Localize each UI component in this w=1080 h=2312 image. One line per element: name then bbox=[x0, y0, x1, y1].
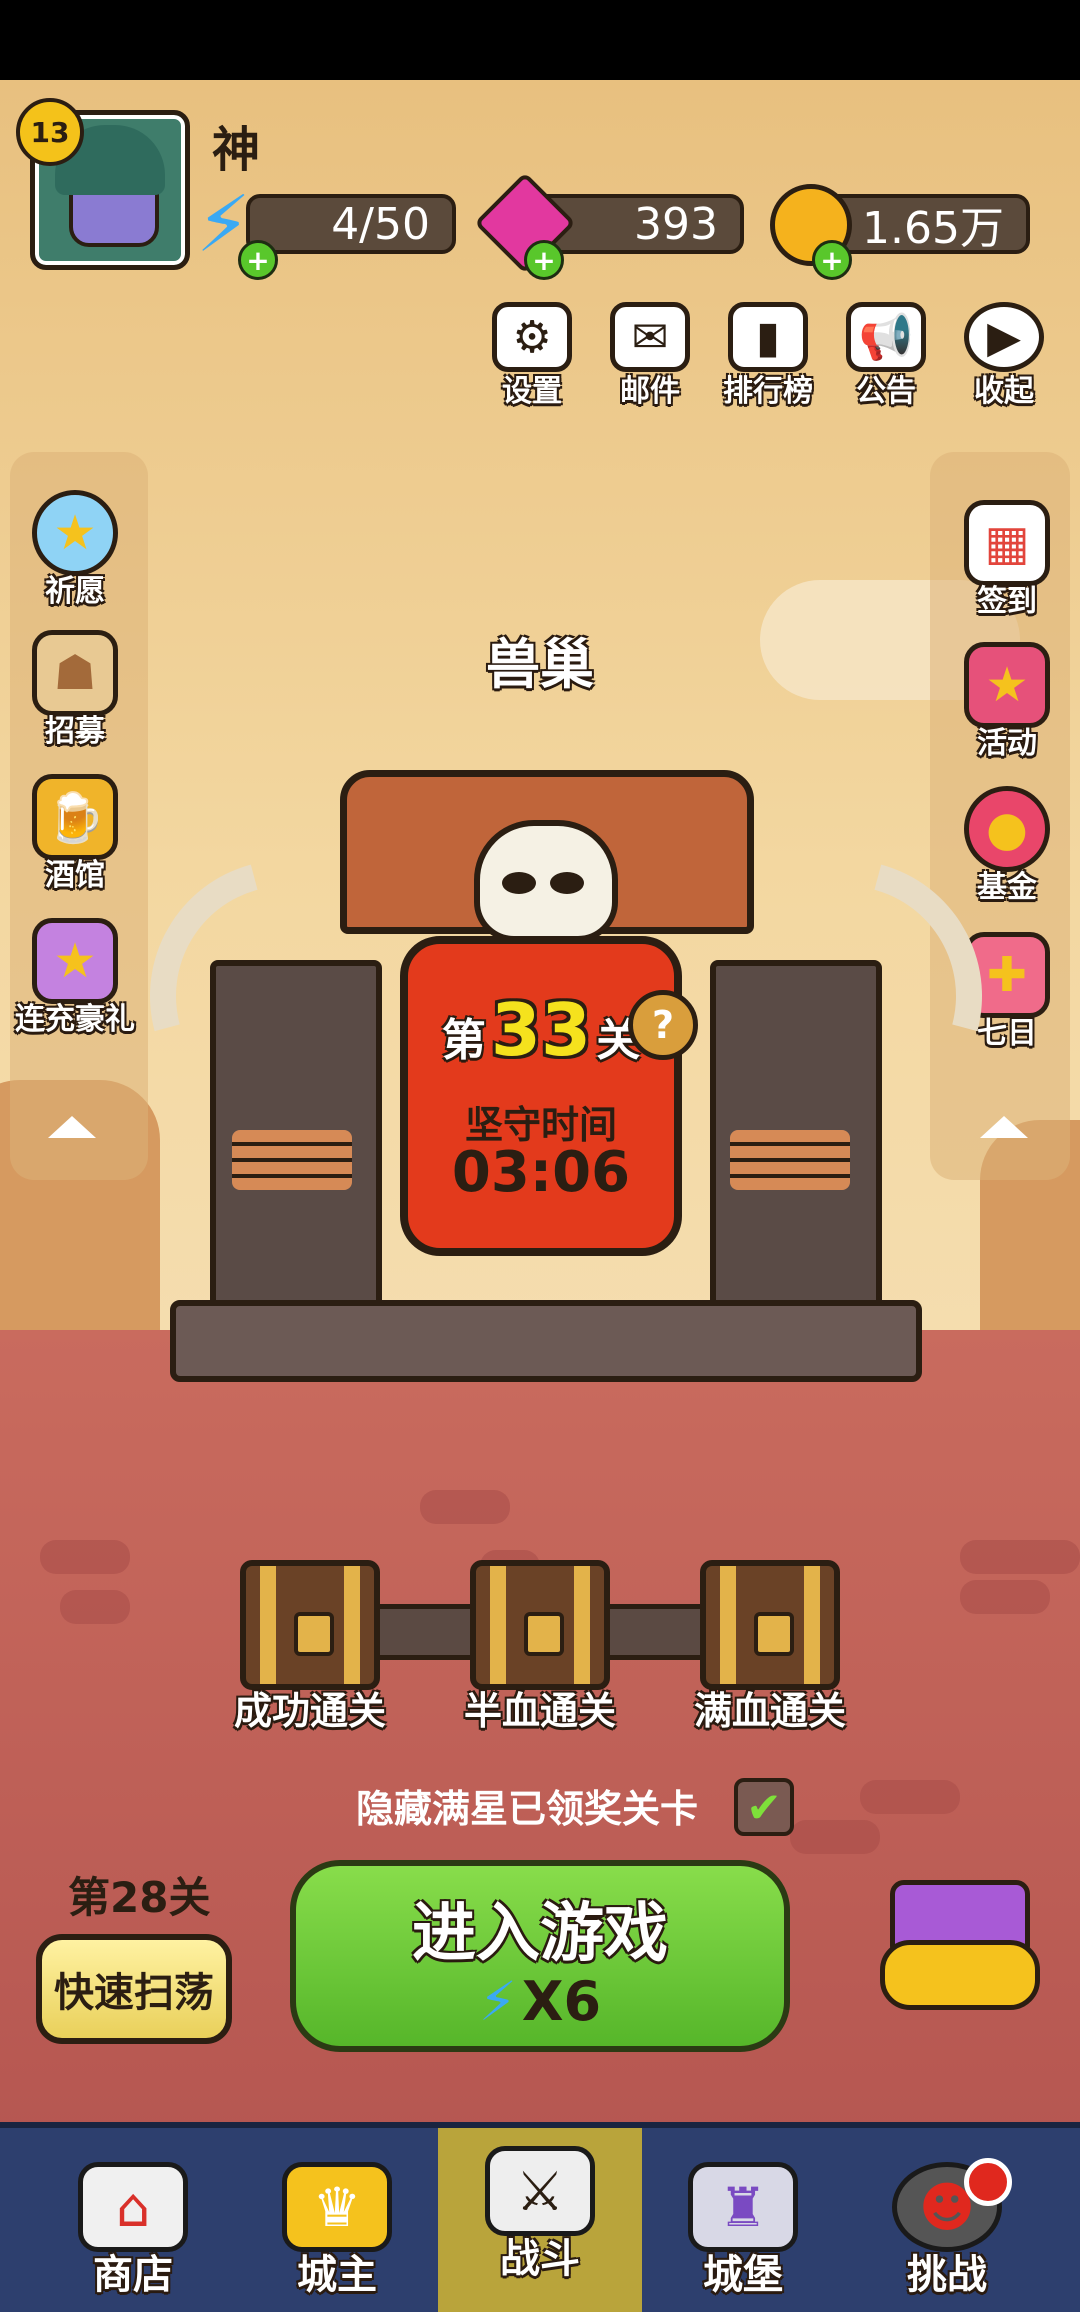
hide-cleared-label: 隐藏满星已领奖关卡 bbox=[356, 1787, 699, 1831]
wish-button[interactable]: ★ 祈愿 bbox=[10, 490, 140, 610]
check-icon: ✔ bbox=[746, 1782, 782, 1832]
collapse-button[interactable]: ▶ 收起 bbox=[956, 302, 1052, 410]
bottom-navigation: ⌂ 商店 ♛ 城主 ⚔ 战斗 ♜ 城堡 ☻ 挑战 bbox=[0, 2122, 1080, 2312]
tavern-button[interactable]: 🍺 酒馆 bbox=[10, 774, 140, 894]
gift-box-icon: ★ bbox=[964, 642, 1050, 728]
player-level-badge: 13 bbox=[16, 98, 84, 166]
gift-star-icon: ★ bbox=[32, 918, 118, 1004]
star-orb-icon: ★ bbox=[32, 490, 118, 576]
announcement-button[interactable]: 📢 公告 bbox=[838, 302, 934, 410]
event-button[interactable]: ★ 活动 bbox=[942, 642, 1072, 762]
rope-left bbox=[232, 1130, 352, 1190]
right-panel-expand-icon[interactable] bbox=[980, 1116, 1028, 1138]
enter-game-label: 进入游戏 bbox=[412, 1897, 668, 1971]
chest-full-hp-label: 满血通关 bbox=[693, 1689, 846, 1733]
money-bag-icon: ● bbox=[964, 786, 1050, 872]
quick-sweep-button[interactable]: 快速扫荡 bbox=[36, 1934, 232, 2044]
mail-icon: ✉ bbox=[610, 302, 690, 372]
crown-icon: ♛ bbox=[282, 2162, 392, 2252]
energy-counter: 4/50 bbox=[246, 194, 456, 254]
recharge-gift-button[interactable]: ★ 连充豪礼 bbox=[10, 918, 140, 1038]
nav-castle[interactable]: ♜ 城堡 bbox=[678, 2128, 808, 2312]
nav-shop[interactable]: ⌂ 商店 bbox=[68, 2128, 198, 2312]
stage-title: 兽巢 bbox=[486, 633, 594, 696]
enter-game-button[interactable]: 进入游戏 ⚡ X6 bbox=[290, 1860, 790, 2052]
recruit-button[interactable]: ☗ 招募 bbox=[10, 630, 140, 750]
add-gem-button[interactable]: + bbox=[524, 240, 564, 280]
calendar-icon: ▦ bbox=[964, 500, 1050, 586]
chest-clear-label: 成功通关 bbox=[233, 1689, 386, 1733]
energy-cost-icon: ⚡ bbox=[478, 1970, 517, 2033]
beer-mug-icon: 🍺 bbox=[32, 774, 118, 860]
nav-challenge[interactable]: ☻ 挑战 bbox=[882, 2128, 1012, 2312]
gear-icon: ⚙ bbox=[492, 302, 572, 372]
megaphone-icon: 📢 bbox=[846, 302, 926, 372]
ground bbox=[0, 1330, 1080, 2210]
sweep-level-label: 第28关 bbox=[68, 1873, 211, 1922]
chest-full-hp[interactable] bbox=[700, 1560, 840, 1690]
skull-icon bbox=[474, 820, 618, 942]
scroll-icon: ☗ bbox=[32, 630, 118, 716]
challenge-notification-badge bbox=[964, 2158, 1012, 2206]
leaderboard-icon: ▮ bbox=[728, 302, 808, 372]
energy-cost: X6 bbox=[521, 1970, 602, 2033]
level-prefix: 第 bbox=[441, 1015, 486, 1066]
rope-right bbox=[730, 1130, 850, 1190]
play-icon: ▶ bbox=[964, 302, 1044, 372]
castle-icon: ♜ bbox=[688, 2162, 798, 2252]
crossed-swords-icon: ⚔ bbox=[485, 2146, 595, 2236]
settings-button[interactable]: ⚙ 设置 bbox=[484, 302, 580, 410]
mail-button[interactable]: ✉ 邮件 bbox=[602, 302, 698, 410]
fund-button[interactable]: ● 基金 bbox=[942, 786, 1072, 906]
leaderboard-button[interactable]: ▮ 排行榜 bbox=[720, 302, 816, 410]
shop-icon: ⌂ bbox=[78, 2162, 188, 2252]
hide-cleared-checkbox[interactable]: ✔ bbox=[734, 1778, 794, 1836]
left-panel-expand-icon[interactable] bbox=[48, 1116, 96, 1138]
nav-lord[interactable]: ♛ 城主 bbox=[272, 2128, 402, 2312]
treasure-chest-icon[interactable] bbox=[880, 1880, 1040, 2010]
level-number: 33 bbox=[490, 988, 592, 1072]
add-energy-button[interactable]: + bbox=[238, 240, 278, 280]
checkin-button[interactable]: ▦ 签到 bbox=[942, 500, 1072, 620]
nav-battle[interactable]: ⚔ 战斗 bbox=[438, 2128, 642, 2312]
level-signboard[interactable]: 第 33 关 坚守时间 03:06 bbox=[400, 936, 682, 1256]
defend-time-value: 03:06 bbox=[451, 1140, 631, 1205]
chest-half-hp-label: 半血通关 bbox=[463, 1689, 616, 1733]
game-stage: 13 神 4/50 ⚡ + 393 + 1.65万 + ⚙ 设置 ✉ 邮件 ▮ … bbox=[0, 80, 1080, 2312]
add-gold-button[interactable]: + bbox=[812, 240, 852, 280]
gate-base bbox=[170, 1300, 922, 1382]
help-button[interactable]: ? bbox=[628, 990, 698, 1060]
chest-clear[interactable] bbox=[240, 1560, 380, 1690]
player-name: 神 bbox=[212, 122, 261, 178]
chest-half-hp[interactable] bbox=[470, 1560, 610, 1690]
